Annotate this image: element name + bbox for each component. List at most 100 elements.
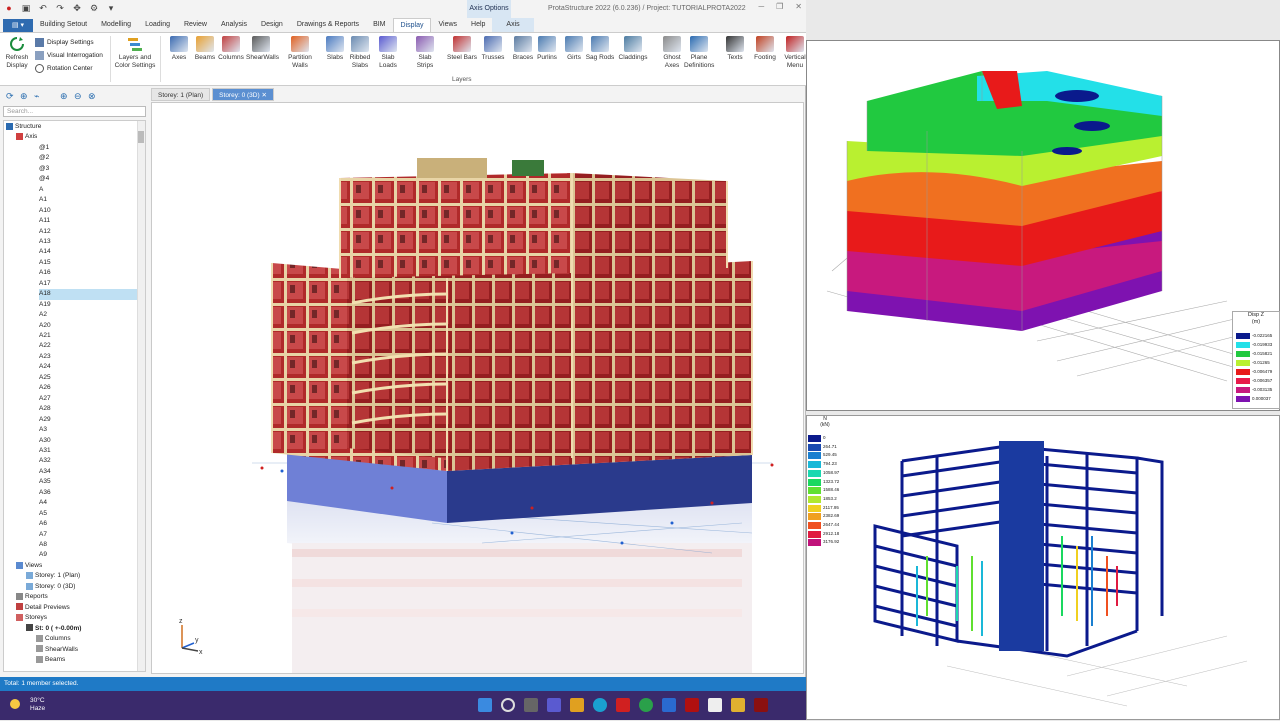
layer-button-sag-rods[interactable]: Sag Rods [585, 36, 615, 62]
tree-axis-item[interactable]: A9 [39, 550, 137, 560]
tree-axis-item[interactable]: A5 [39, 509, 137, 519]
tree-axis-item[interactable]: A23 [39, 352, 137, 362]
tree-axis-item[interactable]: A26 [39, 383, 137, 393]
folder-icon[interactable] [731, 698, 745, 712]
tree-axis-item[interactable]: A25 [39, 373, 137, 383]
layer-button-slab-loads[interactable]: Slab Loads [373, 36, 403, 70]
layers-color-settings-button[interactable]: Layers and Color Settings [114, 36, 156, 70]
pdf-reader-icon[interactable] [685, 698, 699, 712]
tree-axis-item[interactable]: A11 [39, 216, 137, 226]
tree-storey-item[interactable]: Columns [36, 634, 137, 644]
tab-loading[interactable]: Loading [138, 18, 177, 32]
tab-help[interactable]: Help [464, 18, 492, 32]
tree-axis-item[interactable]: A16 [39, 268, 137, 278]
tab-storey-0-3d[interactable]: Storey: 0 (3D) ✕ [212, 88, 274, 101]
tree-storey-item[interactable]: Beams [36, 655, 137, 665]
undo-icon[interactable]: ↶ [38, 3, 48, 13]
tree-axis-item[interactable]: A20 [39, 321, 137, 331]
tree-axis[interactable]: Axis [16, 132, 137, 142]
weather-widget[interactable]: 30°C Haze [10, 697, 45, 713]
tree-axis-item[interactable]: A3 [39, 425, 137, 435]
close-icon[interactable]: ✕ [795, 2, 802, 11]
tree-axis-item[interactable]: A19 [39, 300, 137, 310]
layer-button-shearwalls[interactable]: ShearWalls [246, 36, 279, 62]
tree-axis-item[interactable]: A32 [39, 456, 137, 466]
tree-axis-item[interactable]: A13 [39, 237, 137, 247]
layer-button-purlins[interactable]: Purlins [532, 36, 562, 62]
layer-button-footing[interactable]: Footing [750, 36, 780, 62]
tab-views[interactable]: Views [431, 18, 464, 32]
tab-review[interactable]: Review [177, 18, 214, 32]
axis-filter-icon[interactable]: ⌁ [34, 91, 44, 101]
tree-reports[interactable]: Reports [16, 592, 137, 602]
layer-button-steel-bars[interactable]: Steel Bars [447, 36, 477, 62]
layer-button-vertical-menu[interactable]: Vertical Menu [783, 36, 807, 70]
settings-icon[interactable]: ⚙ [89, 3, 99, 13]
tree-axis-item[interactable]: A10 [39, 206, 137, 216]
tab-axis[interactable]: Axis [492, 18, 534, 32]
protastructure-taskbar-icon[interactable] [708, 698, 722, 712]
tree-axis-item[interactable]: A30 [39, 436, 137, 446]
tree-axis-item[interactable]: @4 [39, 174, 137, 184]
tree-axis-item[interactable]: @2 [39, 153, 137, 163]
zoom-fit-icon[interactable]: ⊗ [88, 91, 98, 101]
tab-drawings-reports[interactable]: Drawings & Reports [290, 18, 366, 32]
tree-structure[interactable]: Structure [6, 122, 137, 132]
zoom-out-icon[interactable]: ⊖ [74, 91, 84, 101]
tree-axis-item[interactable]: A4 [39, 498, 137, 508]
tab-storey-1-plan[interactable]: Storey: 1 (Plan) [151, 88, 211, 101]
tree-axis-item[interactable]: A28 [39, 404, 137, 414]
app-icon[interactable] [754, 698, 768, 712]
tab-design[interactable]: Design [254, 18, 290, 32]
chrome-icon[interactable] [639, 698, 653, 712]
redo-icon[interactable]: ↷ [55, 3, 65, 13]
layer-button-claddings[interactable]: Claddings [618, 36, 648, 62]
tree-scrollbar[interactable] [137, 121, 145, 671]
tree-axis-item[interactable]: A15 [39, 258, 137, 268]
tree-axis-item[interactable]: A [39, 185, 137, 195]
refresh-tree-icon[interactable]: ⟳ [6, 91, 16, 101]
edge-browser-icon[interactable] [593, 698, 607, 712]
tab-bim[interactable]: BIM [366, 18, 392, 32]
tree-axis-item[interactable]: A24 [39, 362, 137, 372]
tree-axis-item[interactable]: A7 [39, 530, 137, 540]
close-tab-icon[interactable]: ✕ [261, 92, 266, 99]
customize-qat-icon[interactable]: ▾ [106, 3, 116, 13]
file-menu-button[interactable]: ▤ ▾ [3, 19, 33, 33]
task-view-icon[interactable] [524, 698, 538, 712]
tree-axis-item[interactable]: A12 [39, 227, 137, 237]
layer-button-ghost-axes[interactable]: Ghost Axes [657, 36, 687, 70]
save-icon[interactable]: ▣ [21, 3, 31, 13]
tree-axis-item[interactable]: A27 [39, 394, 137, 404]
tree-axis-item[interactable]: A8 [39, 540, 137, 550]
layer-button-slab-strips[interactable]: Slab Strips [410, 36, 440, 70]
tree-axis-item[interactable]: A34 [39, 467, 137, 477]
tree-axis-item[interactable]: A6 [39, 519, 137, 529]
autocad-icon[interactable] [616, 698, 630, 712]
layer-button-plane-definitions[interactable]: Plane Definitions [684, 36, 714, 70]
tree-storeys[interactable]: Storeys [16, 613, 137, 623]
tab-analysis[interactable]: Analysis [214, 18, 254, 32]
tree-storey-item[interactable]: ShearWalls [36, 645, 137, 655]
tree-axis-item[interactable]: A2 [39, 310, 137, 320]
tab-display[interactable]: Display [392, 18, 432, 32]
tree-axis-item[interactable]: A21 [39, 331, 137, 341]
tree-axis-item[interactable]: A31 [39, 446, 137, 456]
tree-axis-item[interactable]: A18 [39, 289, 137, 300]
chat-icon[interactable] [547, 698, 561, 712]
layer-button-trusses[interactable]: Trusses [478, 36, 508, 62]
tree-detail-previews[interactable]: Detail Previews [16, 603, 137, 613]
file-explorer-icon[interactable] [570, 698, 584, 712]
tab-building-setout[interactable]: Building Setout [33, 18, 94, 32]
search-icon[interactable] [501, 698, 515, 712]
tree-storey-0[interactable]: St: 0 ( +-0.00m) [26, 624, 137, 634]
mail-icon[interactable] [662, 698, 676, 712]
tree-view-item[interactable]: Storey: 0 (3D) [26, 582, 137, 592]
visual-interrogation-button[interactable]: Visual Interrogation [35, 49, 103, 62]
minimize-icon[interactable]: ─ [758, 2, 764, 11]
tree-axis-item[interactable]: A1 [39, 195, 137, 205]
tree-scroll-thumb[interactable] [138, 131, 144, 143]
tree-axis-item[interactable]: A29 [39, 415, 137, 425]
structure-icon[interactable]: ✥ [72, 3, 82, 13]
layer-button-texts[interactable]: Texts [720, 36, 750, 62]
